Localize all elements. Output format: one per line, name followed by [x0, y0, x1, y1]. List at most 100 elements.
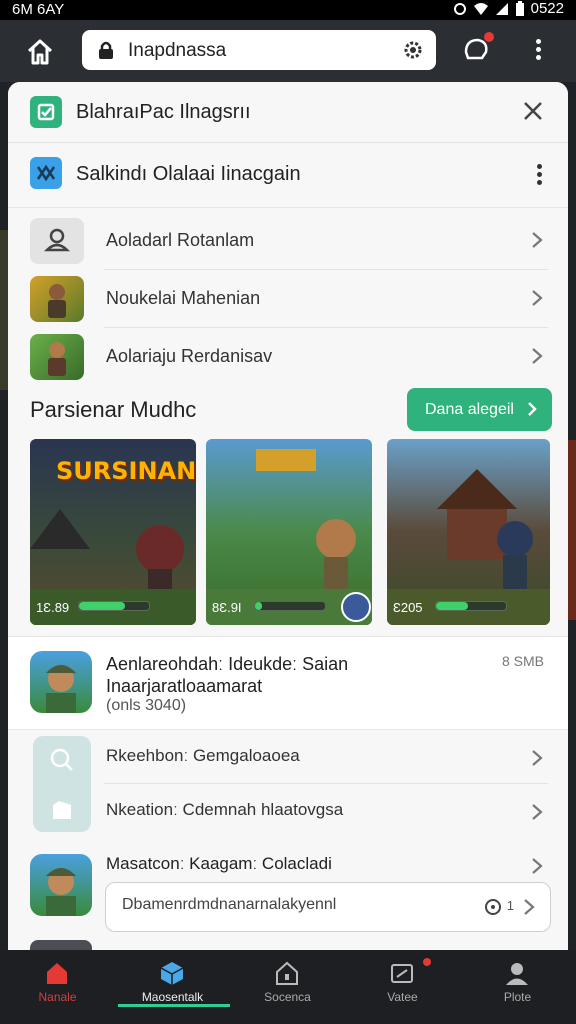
home-icon [47, 963, 67, 984]
chevron-right-icon[interactable] [522, 897, 536, 917]
app-icon [30, 854, 92, 916]
app-size: 8 SMB [501, 653, 544, 669]
text-field-input[interactable] [120, 895, 484, 915]
notification-dot [423, 958, 431, 966]
chevron-right-icon [532, 290, 543, 306]
health-bar [254, 601, 326, 611]
battery-icon [515, 0, 524, 16]
app-icon [30, 651, 92, 713]
download-button[interactable]: Dana alegeil [407, 388, 552, 431]
video-icon [391, 964, 413, 983]
home-icon [27, 39, 53, 65]
screenshot-caption: 1Ɛ.89 [36, 600, 70, 615]
download-button-label: Dana alegeil [425, 400, 514, 418]
list-item-label: Noukelai Mahenian [106, 288, 261, 308]
health-bar [78, 601, 150, 611]
health-bar-fill [436, 602, 468, 610]
nav-label: Nanale [38, 990, 77, 1004]
list-item[interactable]: Noukelai Mahenian [8, 270, 568, 328]
nav-label: Maosentalk [141, 990, 204, 1004]
clock-label: 0522 [530, 0, 564, 17]
option-label: Rkeehbonː Gemgaloaoea [106, 746, 300, 765]
status-bar: 6M 6AY 0522 [0, 0, 576, 20]
chevron-right-icon [532, 804, 543, 820]
app-detail-card[interactable]: Aenlareohdahː Ideukdeː Saian Inaarjaratl… [8, 636, 568, 730]
sheet-title: BlahraıPac Ilnagsrıı [76, 101, 251, 123]
list-item-label: Aolariaju Rerdanisav [106, 346, 273, 366]
clock-icon [485, 899, 501, 915]
list-item[interactable]: Aoladarl Rotanlam [8, 212, 568, 270]
screenshot-3[interactable]: Ɛ205 [387, 439, 550, 625]
status-icons: 0522 [453, 0, 564, 17]
option-row[interactable]: Nkeationː Cdemnah hlaatovgsa [8, 784, 568, 838]
active-indicator [118, 1004, 230, 1007]
publisher-row[interactable]: Salkindı Olalaai Iinacgain [8, 143, 568, 208]
feature-list: Aoladarl Rotanlam Noukelai Mahenian Aola… [8, 212, 568, 386]
link-icon [453, 2, 466, 15]
bottom-navigation: Nanale Maosentalk Socenca Vatee Plote [0, 950, 576, 1024]
nav-label: Plote [503, 990, 532, 1004]
health-bar [435, 601, 507, 611]
sheet-header: BlahraıPac Ilnagsrıı [8, 82, 568, 143]
app-install-sheet: BlahraıPac Ilnagsrıı Salkindı Olalaai Ii… [8, 82, 568, 950]
screenshot-carousel[interactable]: SURSINANN 1Ɛ.89 8Ɛ.9I Ɛ205 [30, 439, 550, 625]
screenshot-1[interactable]: SURSINANN 1Ɛ.89 [30, 439, 196, 625]
game-thumbnail-icon [30, 276, 84, 322]
nav-label: Socenca [264, 990, 311, 1004]
url-input[interactable] [126, 38, 390, 64]
carrier-label: 6M 6AY [12, 1, 65, 18]
profile-icon [506, 963, 528, 985]
background-peek-right [568, 440, 576, 620]
signal-icon [495, 2, 508, 15]
health-bar-fill [255, 602, 262, 610]
nav-item-video[interactable]: Vatee [345, 950, 460, 1024]
game-thumbnail-icon [30, 334, 84, 380]
home-outline-icon [276, 961, 298, 985]
game-title-art: SURSINANN [56, 457, 196, 485]
nav-item-home[interactable]: Nanale [0, 950, 115, 1024]
screenshot-caption: Ɛ205 [393, 600, 423, 615]
more-options-icon[interactable] [537, 161, 542, 188]
nav-item-explore[interactable]: Socenca [230, 950, 345, 1024]
overflow-menu-button[interactable] [526, 36, 550, 68]
background-peek-left [0, 230, 8, 390]
user-icon [30, 218, 84, 264]
option-group: Rkeehbonː Gemgaloaoea Nkeationː Cdemnah … [8, 730, 568, 840]
address-bar[interactable] [82, 30, 436, 70]
screenshot-caption: 8Ɛ.9I [212, 600, 242, 615]
app-detail-meta: (onls 3040) [106, 697, 187, 714]
app-logo-icon [30, 96, 62, 128]
list-item-label: Aoladarl Rotanlam [106, 230, 255, 250]
nav-item-store[interactable]: Maosentalk [115, 950, 230, 1024]
chevron-right-icon[interactable] [530, 856, 544, 876]
option-row-with-search: Masatconː Kaagamː Colacladi 1 [8, 846, 568, 932]
close-icon[interactable] [520, 98, 546, 124]
browser-toolbar [0, 20, 576, 82]
notifications-button[interactable] [462, 32, 494, 66]
gear-icon[interactable] [402, 39, 424, 61]
chevron-right-icon [528, 402, 537, 416]
publisher-logo-icon [30, 157, 62, 189]
screenshot-2[interactable]: 8Ɛ.9I [206, 439, 372, 625]
lock-icon [99, 41, 113, 59]
option-row[interactable]: Rkeehbonː Gemgaloaoea [8, 730, 568, 784]
chevron-right-icon [532, 232, 543, 248]
cube-icon [160, 962, 184, 985]
home-button[interactable] [24, 36, 56, 68]
field-counter: 1 [506, 898, 514, 913]
section-title: Parsienar Mudhc [30, 397, 197, 422]
text-field[interactable]: 1 [105, 882, 551, 932]
option-label: Nkeationː Cdemnah hlaatovgsa [106, 800, 344, 819]
nav-item-profile[interactable]: Plote [460, 950, 575, 1024]
chevron-right-icon [532, 750, 543, 766]
next-item-peek [30, 940, 92, 950]
app-detail-title: Aenlareohdahː Ideukdeː Saian Inaarjaratl… [106, 654, 349, 696]
nav-label: Vatee [387, 990, 418, 1004]
list-item[interactable]: Aolariaju Rerdanisav [8, 328, 568, 386]
health-bar-fill [79, 602, 125, 610]
chevron-right-icon [532, 348, 543, 364]
wifi-icon [473, 2, 488, 15]
publisher-name: Salkindı Olalaai Iinacgain [76, 163, 301, 185]
notification-dot [484, 32, 494, 42]
option-label[interactable]: Masatconː Kaagamː Colacladi [106, 854, 332, 874]
